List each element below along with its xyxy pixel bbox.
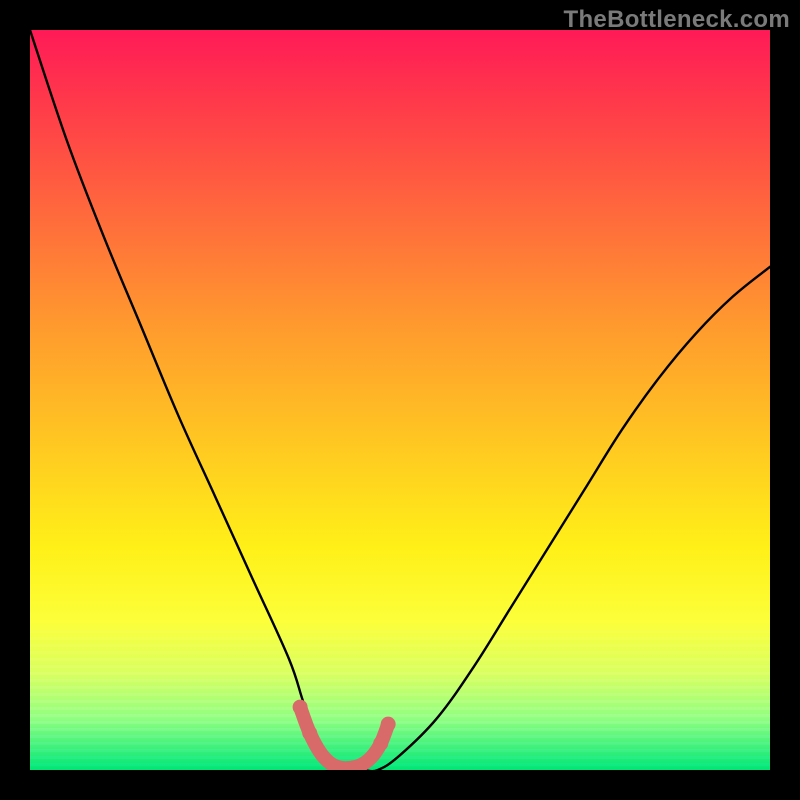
curve-layer xyxy=(30,30,770,770)
watermark-text: TheBottleneck.com xyxy=(564,6,790,34)
plot-area xyxy=(30,30,770,770)
gradient-banding xyxy=(30,630,770,770)
chart-frame: TheBottleneck.com xyxy=(0,0,800,800)
bottleneck-curve xyxy=(30,30,770,770)
valley-marker xyxy=(293,700,396,769)
